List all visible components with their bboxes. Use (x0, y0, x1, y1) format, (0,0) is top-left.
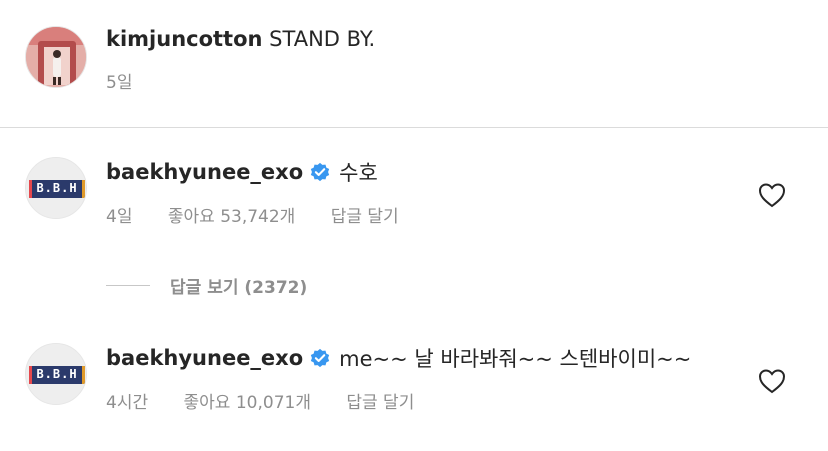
author-avatar[interactable] (25, 26, 87, 88)
view-replies-button[interactable]: 답글 보기 (2372) (106, 273, 308, 298)
comment-line: baekhyunee_exo 수호 (106, 157, 378, 187)
heart-outline-icon[interactable] (758, 182, 786, 208)
divider (0, 127, 828, 128)
comment: B.B.H baekhyunee_exo 수호 4일 좋아요 53,742개 답… (0, 150, 828, 250)
comment-text: me~~ 날 바라봐줘~~ 스텐바이미~~ (339, 347, 692, 371)
comment-meta: 4시간 좋아요 10,071개 답글 달기 (106, 388, 444, 413)
avatar-logo-text: B.B.H (36, 367, 78, 381)
commenter-username[interactable]: baekhyunee_exo (106, 160, 303, 184)
avatar-logo-text: B.B.H (36, 181, 78, 195)
comment-time[interactable]: 4시간 (106, 393, 148, 413)
heart-outline-icon[interactable] (758, 368, 786, 394)
post-time[interactable]: 5일 (106, 68, 132, 93)
verified-badge-icon (310, 162, 330, 182)
reply-button[interactable]: 답글 달기 (331, 207, 399, 227)
verified-badge-icon (310, 348, 330, 368)
commenter-avatar[interactable]: B.B.H (25, 157, 87, 219)
post-caption-text: STAND BY. (269, 27, 375, 51)
comment: B.B.H baekhyunee_exo me~~ 날 바라봐줘~~ 스텐바이미… (0, 336, 828, 436)
comment-likes[interactable]: 좋아요 53,742개 (168, 207, 295, 227)
commenter-username[interactable]: baekhyunee_exo (106, 346, 303, 370)
comment-time[interactable]: 4일 (106, 207, 132, 227)
post-author-username[interactable]: kimjuncotton (106, 27, 262, 51)
comment-line: baekhyunee_exo me~~ 날 바라봐줘~~ 스텐바이미~~ (106, 343, 691, 373)
comment-meta: 4일 좋아요 53,742개 답글 달기 (106, 202, 429, 227)
reply-button[interactable]: 답글 달기 (346, 393, 414, 413)
view-replies-line (106, 284, 150, 286)
commenter-avatar[interactable]: B.B.H (25, 343, 87, 405)
comment-text: 수호 (339, 161, 378, 185)
author-avatar-image (26, 27, 86, 87)
post-caption: kimjuncotton STAND BY. 5일 (0, 0, 828, 128)
comment-likes[interactable]: 좋아요 10,071개 (184, 393, 311, 413)
post-caption-value: STAND BY. (269, 27, 376, 51)
view-replies-label: 답글 보기 (2372) (170, 277, 308, 298)
caption-line: kimjuncotton STAND BY. (106, 27, 375, 51)
